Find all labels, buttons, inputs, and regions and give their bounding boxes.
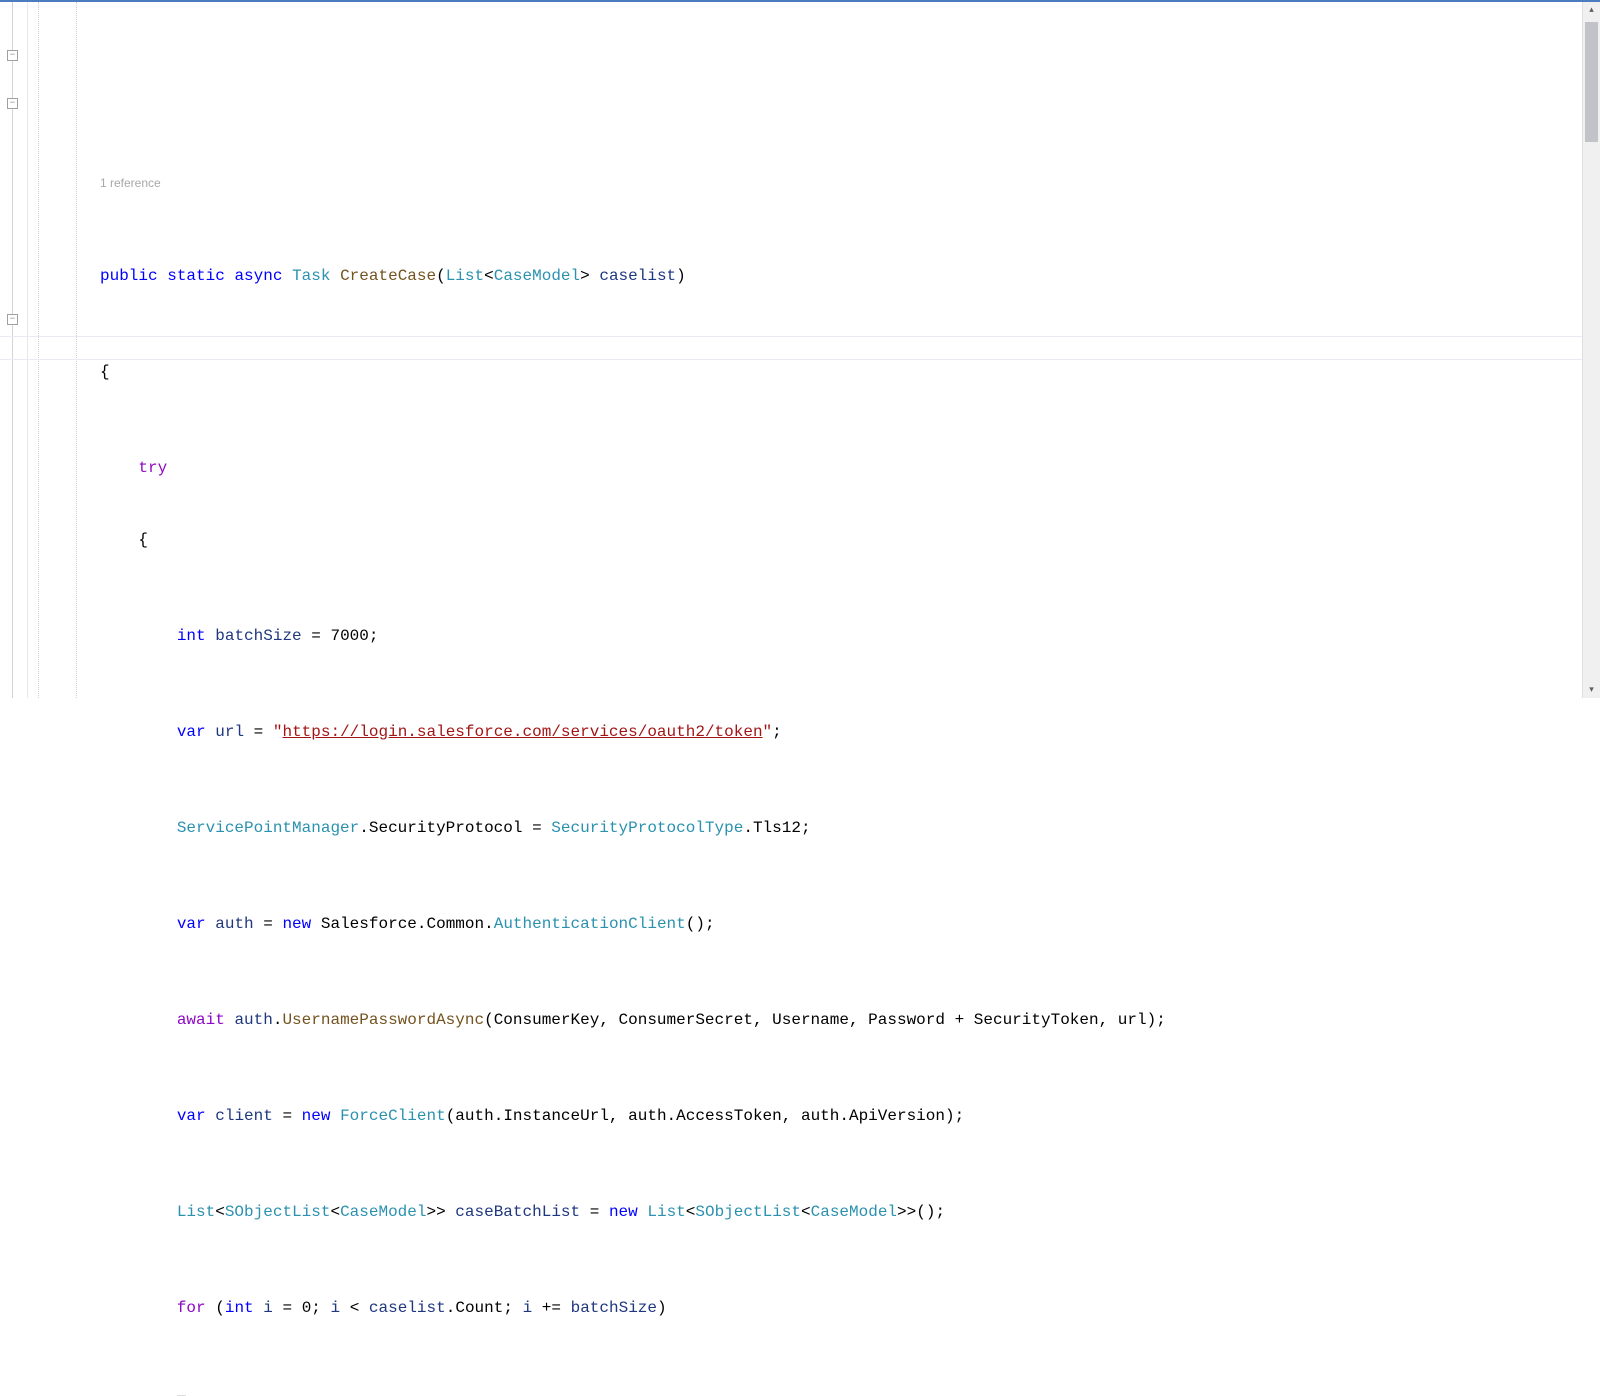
current-line-highlight — [0, 336, 1582, 360]
fold-toggle[interactable] — [7, 50, 18, 61]
code-line: { — [100, 528, 1582, 552]
fold-gutter — [0, 2, 28, 698]
code-editor[interactable]: 1 reference public static async Task Cre… — [0, 0, 1600, 698]
indent-guides — [28, 2, 100, 698]
code-line: var url = "https://login.salesforce.com/… — [100, 720, 1582, 744]
codelens-references[interactable]: 1 reference — [100, 174, 1582, 192]
fold-toggle[interactable] — [7, 98, 18, 109]
scroll-down-arrow[interactable]: ▾ — [1583, 682, 1600, 698]
scroll-up-arrow[interactable]: ▴ — [1583, 2, 1600, 18]
fold-toggle[interactable] — [7, 314, 18, 325]
code-line: List<SObjectList<CaseModel>> caseBatchLi… — [100, 1200, 1582, 1224]
empty-line — [100, 102, 1582, 126]
vertical-scrollbar[interactable]: ▴ ▾ — [1582, 2, 1600, 698]
code-line: ServicePointManager.SecurityProtocol = S… — [100, 816, 1582, 840]
code-line: for (int i = 0; i < caselist.Count; i +=… — [100, 1296, 1582, 1320]
code-line: try — [100, 456, 1582, 480]
code-line: var auth = new Salesforce.Common.Authent… — [100, 912, 1582, 936]
code-line: public static async Task CreateCase(List… — [100, 264, 1582, 288]
code-area[interactable]: 1 reference public static async Task Cre… — [100, 2, 1582, 698]
code-line: await auth.UsernamePasswordAsync(Consume… — [100, 1008, 1582, 1032]
code-line: var client = new ForceClient(auth.Instan… — [100, 1104, 1582, 1128]
code-line-current: { — [100, 1392, 1582, 1396]
code-line: { — [100, 360, 1582, 384]
code-line: int batchSize = 7000; — [100, 624, 1582, 648]
scroll-thumb[interactable] — [1585, 22, 1598, 142]
